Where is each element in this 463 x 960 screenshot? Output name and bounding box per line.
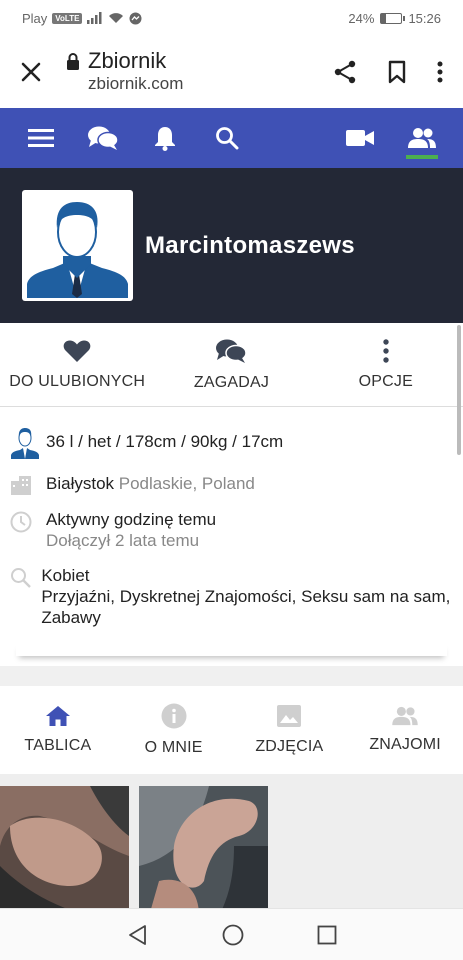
chat-icon — [216, 339, 248, 363]
battery-percent: 24% — [348, 10, 375, 26]
close-tab-button[interactable] — [14, 55, 48, 89]
photo-thumbnail[interactable] — [0, 786, 129, 916]
search-icon — [216, 127, 239, 150]
tab-about-label: O MNIE — [144, 739, 203, 756]
stats-row: 36 l / het / 178cm / 90kg / 17cm — [10, 425, 453, 459]
video-camera-icon — [346, 130, 374, 146]
more-vertical-icon — [383, 338, 389, 363]
message-label: ZAGADAJ — [193, 373, 270, 391]
add-favorite-button[interactable]: DO ULUBIONYCH — [0, 323, 154, 406]
looking-for-row: Kobiet Przyjaźni, Dyskretnej Znajomości,… — [10, 565, 453, 628]
friends-icon — [408, 128, 436, 148]
tab-friends-label: ZNAJOMI — [369, 736, 441, 753]
city-icon — [11, 476, 31, 495]
menu-button[interactable] — [18, 108, 64, 168]
wifi-icon — [109, 13, 124, 23]
city: Białystok — [46, 474, 115, 493]
signal-icon — [87, 12, 102, 24]
tab-wall-label: TABLICA — [24, 737, 92, 754]
info-icon — [161, 703, 187, 729]
search-button[interactable] — [204, 108, 250, 168]
photo-gallery — [0, 774, 463, 924]
status-left: Play VoLTE — [22, 11, 142, 26]
options-button[interactable]: OPCJE — [309, 323, 463, 406]
close-icon — [21, 62, 41, 82]
chat-icon — [88, 126, 119, 150]
status-right: 24% 15:26 — [348, 11, 441, 26]
recents-icon[interactable] — [317, 925, 337, 945]
tab-wall[interactable]: TABLICA — [0, 686, 116, 774]
default-avatar-icon — [27, 202, 128, 298]
bell-icon — [155, 127, 175, 151]
system-navigation — [0, 908, 463, 960]
tab-photos-label: ZDJĘCIA — [255, 738, 324, 755]
add-favorite-label: DO ULUBIONYCH — [9, 372, 146, 390]
bookmark-icon[interactable] — [387, 60, 407, 84]
clock-icon — [10, 511, 32, 533]
notifications-button[interactable] — [142, 108, 188, 168]
messenger-icon — [129, 12, 142, 24]
options-label: OPCJE — [358, 372, 413, 390]
profile-info: 36 l / het / 178cm / 90kg / 17cm Białyst… — [0, 407, 463, 656]
tab-about[interactable]: O MNIE — [116, 686, 232, 774]
last-active: Aktywny godzinę temu — [46, 510, 217, 529]
search-icon — [11, 568, 31, 588]
status-bar: Play VoLTE 24% 15:26 — [0, 0, 463, 36]
activity-row: Aktywny godzinę temu Dołączył 2 lata tem… — [10, 509, 453, 551]
url-block[interactable]: Zbiornik zbiornik.com — [66, 49, 333, 95]
clock: 15:26 — [408, 10, 441, 26]
profile-username: Marcintomaszews — [145, 231, 355, 259]
looking-for-text: Kobiet Przyjaźni, Dyskretnej Znajomości,… — [41, 565, 453, 628]
friends-icon — [392, 706, 418, 726]
card-shadow — [16, 642, 447, 656]
scrollbar[interactable] — [457, 325, 461, 455]
interests: Przyjaźni, Dyskretnej Znajomości, Seksu … — [41, 587, 451, 627]
profile-header: Marcintomaszews — [0, 168, 463, 323]
menu-icon — [28, 129, 54, 147]
heart-icon — [63, 340, 91, 362]
battery-level — [381, 13, 387, 23]
location-text: Białystok Podlaskie, Poland — [46, 473, 255, 494]
activity-text: Aktywny godzinę temu Dołączył 2 lata tem… — [46, 509, 216, 551]
home-circle-icon[interactable] — [222, 924, 244, 946]
browser-actions — [333, 60, 449, 84]
profile-stats: 36 l / het / 178cm / 90kg / 17cm — [46, 432, 284, 451]
browser-toolbar: Zbiornik zbiornik.com — [0, 36, 463, 108]
more-vertical-icon[interactable] — [437, 61, 443, 83]
video-button[interactable] — [337, 108, 383, 168]
site-nav — [0, 108, 463, 168]
section-gap — [0, 666, 463, 686]
tab-photos[interactable]: ZDJĘCIA — [232, 686, 348, 774]
photo-image — [0, 786, 129, 916]
profile-tabs: TABLICA O MNIE ZDJĘCIA ZNAJOMI — [0, 686, 463, 774]
url-text: Zbiornik zbiornik.com — [88, 49, 183, 95]
looking-for: Kobiet — [41, 566, 90, 585]
avatar[interactable] — [22, 190, 133, 301]
share-icon[interactable] — [333, 60, 357, 84]
tab-friends[interactable]: ZNAJOMI — [347, 686, 463, 774]
male-avatar-icon — [10, 425, 40, 459]
joined-date: Dołączył 2 lata temu — [46, 531, 200, 550]
back-icon[interactable] — [127, 924, 149, 946]
lock-icon — [67, 53, 79, 70]
carrier-name: Play — [22, 10, 48, 26]
region: Podlaskie, Poland — [118, 474, 255, 493]
profile-actions: DO ULUBIONYCH ZAGADAJ OPCJE — [0, 323, 463, 407]
site-url: zbiornik.com — [88, 74, 184, 93]
photo-image — [139, 786, 268, 916]
image-icon — [277, 705, 302, 727]
battery-icon — [380, 12, 406, 24]
message-button[interactable]: ZAGADAJ — [154, 323, 308, 406]
home-icon — [45, 706, 70, 726]
friends-button[interactable] — [399, 108, 445, 168]
site-title: Zbiornik — [88, 48, 167, 73]
photo-thumbnail[interactable] — [139, 786, 268, 916]
chat-button[interactable] — [80, 108, 126, 168]
location-row: Białystok Podlaskie, Poland — [10, 473, 453, 495]
volte-badge: VoLTE — [52, 12, 83, 24]
